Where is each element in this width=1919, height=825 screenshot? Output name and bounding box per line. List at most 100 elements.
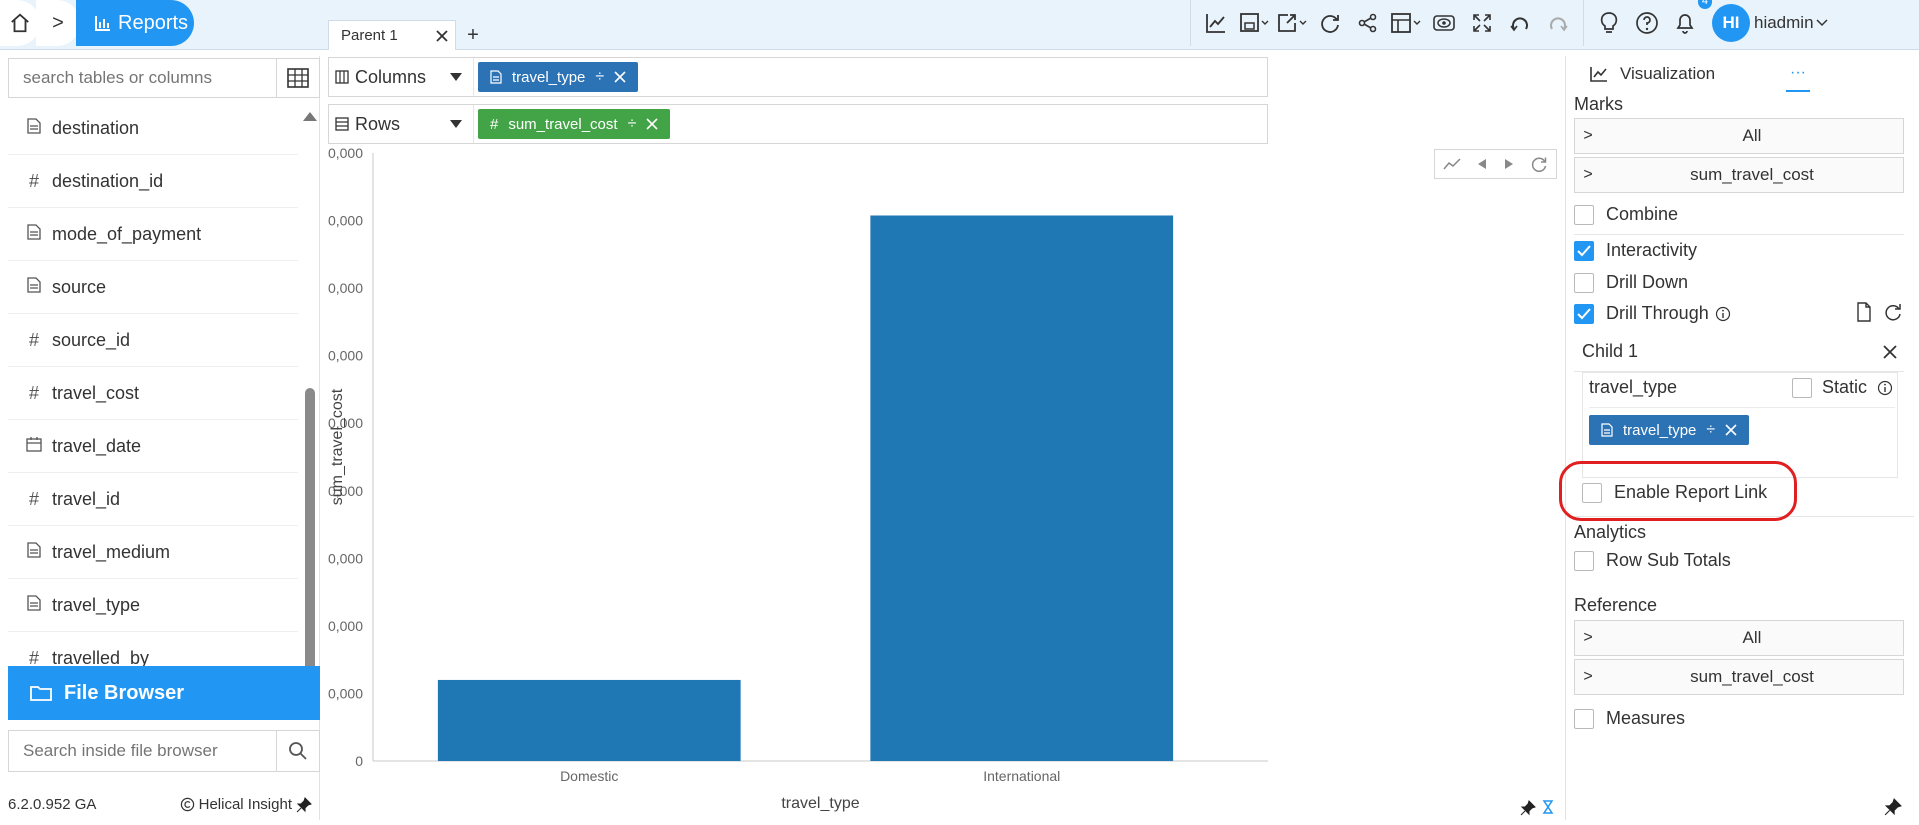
reset-icon[interactable] [1530,155,1548,173]
redo-icon[interactable] [1539,0,1577,46]
close-icon[interactable] [614,71,626,83]
list-item[interactable]: travel_medium [8,526,298,579]
info-icon[interactable] [1715,306,1731,322]
divide-icon[interactable]: ÷ [628,115,637,133]
list-item[interactable]: travel_date [8,420,298,473]
add-tab-button[interactable]: + [456,20,490,50]
close-icon[interactable] [435,29,449,43]
columns-pill-travel-type[interactable]: travel_type ÷ [478,62,639,92]
report-tabs: Parent 1 + [328,0,490,50]
caret-down-icon[interactable] [449,119,463,129]
list-item[interactable]: # travel_id [8,473,298,526]
field-search-input[interactable] [9,59,277,97]
lightbulb-icon[interactable] [1590,0,1628,46]
row-sub-totals-option[interactable]: Row Sub Totals [1574,550,1731,571]
accordion-label: sum_travel_cost [1690,667,1814,686]
layout-icon[interactable] [1387,0,1425,46]
breadcrumb-chevron-icon[interactable]: > [36,0,80,46]
drill-through-checkbox[interactable] [1574,303,1594,324]
pill-label: sum_travel_cost [508,115,618,133]
folder-icon [30,686,52,701]
next-icon[interactable] [1504,158,1514,170]
interactivity-checkbox[interactable] [1574,240,1594,261]
pill-label: travel_type [512,68,586,86]
rows-label: Rows [355,113,401,134]
file-browser-label: File Browser [64,681,185,704]
list-item[interactable]: travel_type [8,579,298,632]
drill-down-checkbox[interactable] [1574,272,1594,293]
chevron-down-icon[interactable] [1816,18,1828,28]
notifications-bell-icon[interactable]: 4 [1666,0,1712,46]
user-name[interactable]: hiadmin [1754,13,1814,33]
columns-shelf[interactable]: Columns travel_type ÷ [328,57,1268,97]
help-icon[interactable] [1628,0,1666,46]
tab-visualization[interactable]: Visualization [1566,56,1915,92]
reference-sum-travel-cost-row[interactable]: > sum_travel_cost [1574,659,1904,695]
list-item[interactable]: source [8,261,298,314]
previous-icon[interactable] [1477,158,1487,170]
drill-through-option[interactable]: Drill Through [1574,303,1731,324]
divide-icon[interactable]: ÷ [595,68,604,86]
child-report-header: Child 1 [1574,332,1904,372]
caret-down-icon[interactable] [449,72,463,82]
save-icon[interactable] [1235,0,1273,46]
drill-down-label: Drill Down [1606,272,1689,292]
export-icon[interactable] [1273,0,1311,46]
row-sub-totals-checkbox[interactable] [1574,550,1594,571]
drill-down-option[interactable]: Drill Down [1574,272,1688,293]
pin-icon[interactable] [296,796,312,813]
list-item[interactable]: mode_of_payment [8,208,298,261]
columns-shelf-label[interactable]: Columns [329,58,474,96]
marks-all-row[interactable]: > All [1574,118,1904,154]
close-icon[interactable] [1725,424,1737,436]
undo-icon[interactable] [1501,0,1539,46]
reference-all-row[interactable]: > All [1574,620,1904,656]
combine-option[interactable]: Combine [1574,204,1678,225]
mapping-pill-travel-type[interactable]: travel_type ÷ [1589,415,1750,445]
bar-chart-icon [95,16,110,31]
fullscreen-icon[interactable] [1463,0,1501,46]
rows-shelf[interactable]: Rows # sum_travel_cost ÷ [328,104,1268,144]
avatar[interactable]: HI [1712,4,1750,42]
marks-sum-travel-cost-row[interactable]: > sum_travel_cost [1574,157,1904,193]
file-browser-search-input[interactable] [9,731,277,771]
refresh-icon[interactable] [1311,0,1349,46]
info-icon[interactable] [1877,380,1893,396]
share-icon[interactable] [1349,0,1387,46]
field-list-scrollbar[interactable] [301,106,317,714]
divide-icon[interactable]: ÷ [1706,421,1715,439]
more-options-icon[interactable]: ··· [1786,56,1810,92]
list-item[interactable]: # destination_id [8,155,298,208]
tab-parent-1[interactable]: Parent 1 [328,20,456,50]
accordion-label: All [1742,628,1762,647]
accordion-label: All [1742,126,1762,145]
rows-shelf-label[interactable]: Rows [329,105,474,143]
interactivity-option[interactable]: Interactivity [1574,240,1697,261]
trend-icon[interactable] [1443,157,1461,171]
chart-line-icon[interactable] [1197,0,1235,46]
close-icon[interactable] [646,118,658,130]
table-grid-icon[interactable] [277,59,319,97]
reports-button[interactable]: Reports [76,0,194,46]
static-checkbox[interactable] [1791,377,1812,398]
measures-option[interactable]: Measures [1574,708,1685,729]
combine-checkbox[interactable] [1574,204,1594,225]
home-button[interactable] [0,0,40,46]
bar[interactable] [437,679,741,761]
scroll-up-icon[interactable] [303,112,317,121]
bar[interactable] [870,215,1174,761]
file-browser-button[interactable]: File Browser [8,666,320,720]
list-item[interactable]: destination [8,102,298,155]
chart-controls [1434,149,1557,179]
scrollbar-thumb[interactable] [305,388,315,694]
close-icon[interactable] [1882,344,1898,360]
search-icon[interactable] [277,731,319,771]
rows-pill-sum-travel-cost[interactable]: # sum_travel_cost ÷ [478,109,671,139]
preview-eye-icon[interactable] [1425,0,1463,46]
list-item[interactable]: # travel_cost [8,367,298,420]
measures-checkbox[interactable] [1574,708,1594,729]
child-label: Child 1 [1582,341,1639,361]
list-item[interactable]: # source_id [8,314,298,367]
pin-icon[interactable] [1884,798,1902,816]
brand: Helical Insight [180,796,312,813]
